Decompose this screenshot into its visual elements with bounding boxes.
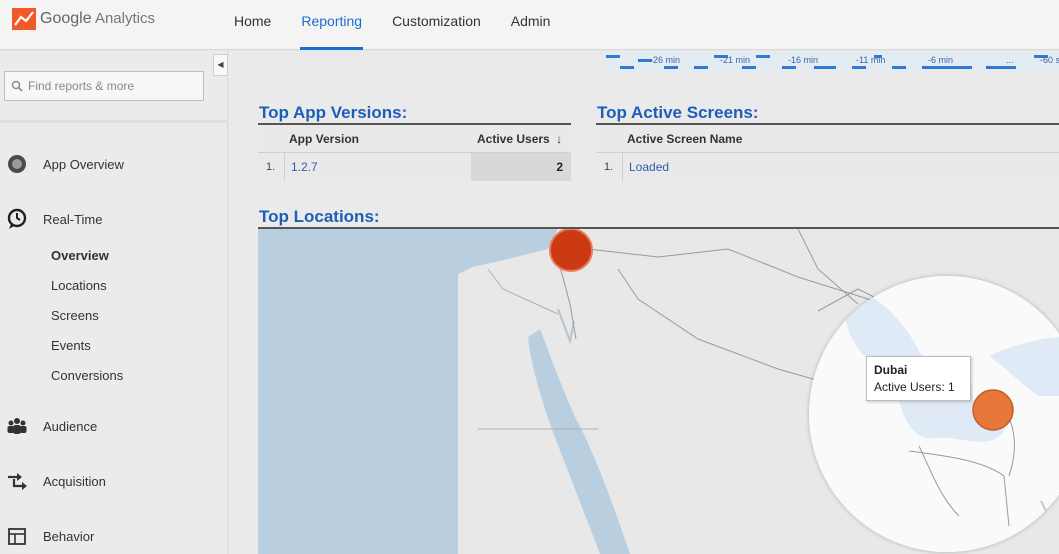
sidebar-item-label: App Overview [43,156,124,172]
per-minute-timeline: -26 min -21 min -16 min -11 min -6 min .… [606,51,1059,73]
sidebar-item-label: Behavior [43,528,95,544]
col-active-users[interactable]: Active Users ↓ [477,125,562,153]
col-active-screen-name[interactable]: Active Screen Name [627,125,742,153]
timeline-label: -6 min [928,55,954,65]
sidebar-item-audience[interactable]: Audience [0,415,97,437]
app-versions-table: App Version Active Users ↓ 1. 1.2.7 2 [258,123,571,181]
location-marker-red[interactable] [548,229,594,273]
timeline-label: -60 s [1040,55,1059,65]
table-row: 1. 1.2.7 2 [258,153,571,181]
circle-icon [6,153,28,175]
layout-icon [6,525,28,547]
sidebar-item-real-time[interactable]: Real-Time [0,208,102,230]
app-version-link[interactable]: 1.2.7 [291,153,318,181]
search-icon [11,80,23,92]
active-screens-title: Top Active Screens: [597,103,759,122]
col-app-version[interactable]: App Version [289,125,359,153]
sidebar-item-acquisition[interactable]: Acquisition [0,470,106,492]
analytics-logo-icon [12,8,36,30]
sidebar-sub-screens[interactable]: Screens [51,308,99,323]
google-analytics-logo[interactable]: Google Analytics [12,8,155,30]
app-versions-title: Top App Versions: [259,103,408,122]
main-content: -26 min -21 min -16 min -11 min -6 min .… [229,51,1059,554]
sort-arrow-icon: ↓ [556,132,563,146]
tooltip-label: Active Users: [874,380,945,394]
timeline-label: -16 min [788,55,819,65]
nav-reporting[interactable]: Reporting [289,0,374,50]
col-active-users-label: Active Users [477,132,550,146]
logo-analytics-text: Analytics [94,10,155,27]
timeline-label: ... [1006,55,1014,65]
row-divider [622,153,623,181]
nav-home[interactable]: Home [222,0,283,50]
search-input[interactable] [28,79,198,93]
locations-title: Top Locations: [259,207,380,226]
sidebar-item-label: Audience [43,418,98,434]
clock-icon [6,208,28,230]
sidebar-item-label: Acquisition [43,473,106,489]
search-box[interactable] [4,71,204,101]
row-index: 1. [266,161,276,173]
row-divider [284,153,285,181]
top-bar: Google Analytics Home Reporting Customiz… [0,0,1059,50]
location-tooltip: Dubai Active Users: 1 [866,356,971,401]
sidebar-item-label: Real-Time [43,211,103,227]
collapse-sidebar-button[interactable]: ◀ [213,54,228,76]
nav-admin[interactable]: Admin [499,0,563,50]
sidebar-sub-locations[interactable]: Locations [51,278,107,293]
sidebar-item-app-overview[interactable]: App Overview [0,153,124,175]
active-screens-table: Active Screen Name 1. Loaded [596,123,1059,181]
people-icon [6,415,28,437]
nav-customization[interactable]: Customization [380,0,493,50]
sidebar-item-behavior[interactable]: Behavior [0,525,94,547]
location-marker-dubai[interactable] [970,387,1016,433]
main-nav: Home Reporting Customization Admin [222,0,568,50]
active-users-cell: 2 [471,153,571,181]
tooltip-city: Dubai [874,363,908,377]
app-versions-header: App Version Active Users ↓ [258,125,571,153]
logo-google-text: Google [40,10,92,27]
tooltip-active-users: Active Users: 1 [874,379,963,396]
tooltip-value: 1 [948,380,955,394]
table-row: 1. Loaded [596,153,1059,181]
active-screens-header: Active Screen Name [596,125,1059,153]
sidebar-sub-conversions[interactable]: Conversions [51,368,123,383]
sidebar-divider [0,120,228,123]
timeline-label: -26 min [650,55,681,65]
timeline-label: -11 min [856,55,886,65]
row-index: 1. [604,161,614,173]
sidebar-sub-overview[interactable]: Overview [51,248,109,263]
arrows-icon [6,470,28,492]
screen-name-link[interactable]: Loaded [629,153,669,181]
active-users-value: 2 [556,160,563,174]
timeline-label: -21 min [720,55,751,65]
sidebar: App Overview Real-Time Overview Location… [0,51,228,554]
sidebar-sub-events[interactable]: Events [51,338,91,353]
